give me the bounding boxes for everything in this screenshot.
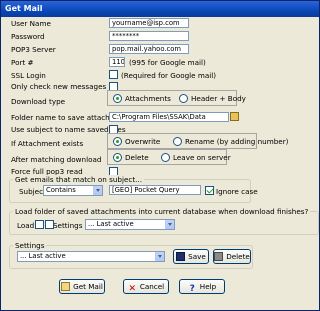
load-group-title: Load folder of saved attachments into cu…: [13, 207, 311, 216]
load-settings-value: ... Last active: [88, 220, 134, 228]
help-icon: ?: [189, 284, 195, 294]
folder-browse-icon[interactable]: [230, 112, 239, 121]
ssl-login-label: SSL Login: [11, 71, 46, 80]
help-button[interactable]: ? Help: [179, 279, 225, 294]
pop3-server-input[interactable]: pop.mail.yahoo.com: [109, 44, 189, 54]
ssl-login-hint: (Required for Google mail): [121, 71, 217, 80]
chevron-down-icon: [165, 220, 174, 229]
get-mail-dialog: Get Mail User Name yourname@isp.com Pass…: [0, 0, 320, 311]
user-name-label: User Name: [11, 19, 51, 28]
overwrite-radio[interactable]: [113, 137, 122, 146]
load-settings-label: Settings: [53, 221, 83, 230]
subject-query-input[interactable]: [GEO] Pocket Query: [109, 185, 201, 195]
load-checkbox[interactable]: [35, 220, 44, 229]
download-attachments-label: Attachments: [125, 94, 171, 103]
rename-label: Rename (by adding number): [185, 137, 289, 146]
subject-label: Subject: [19, 187, 46, 196]
load-settings-checkbox[interactable]: [45, 220, 54, 229]
save-button[interactable]: Save: [173, 249, 209, 264]
load-settings-select[interactable]: ... Last active: [85, 219, 175, 230]
ignore-case-label: Ignore case: [216, 187, 258, 196]
chevron-down-icon: [155, 252, 164, 261]
if-exists-label: If Attachment exists: [11, 139, 84, 148]
delete-after-label: Delete: [125, 153, 149, 162]
password-input[interactable]: ********: [109, 31, 189, 41]
ssl-login-checkbox[interactable]: [109, 70, 118, 79]
floppy-disk-icon: [176, 252, 186, 261]
cancel-label: Cancel: [139, 282, 165, 291]
mail-icon: [61, 282, 71, 291]
user-name-input[interactable]: yourname@isp.com: [109, 18, 189, 28]
window-title: Get Mail: [1, 1, 319, 17]
load-label: Load: [17, 221, 35, 230]
download-attachments-radio[interactable]: [113, 94, 122, 103]
get-mail-button[interactable]: Get Mail: [59, 279, 105, 294]
port-label: Port #: [11, 58, 34, 67]
get-mail-label: Get Mail: [73, 282, 103, 291]
port-hint: (995 for Google mail): [129, 58, 206, 67]
only-check-new-label: Only check new messages: [11, 82, 107, 91]
password-label: Password: [11, 32, 45, 41]
trash-icon: [214, 252, 224, 261]
rename-radio[interactable]: [173, 137, 182, 146]
download-header-body-label: Header + Body: [191, 94, 246, 103]
leave-on-server-radio[interactable]: [161, 153, 170, 162]
help-label: Help: [199, 282, 217, 291]
delete-settings-button[interactable]: Delete: [213, 249, 251, 264]
settings-group-title: Settings: [13, 241, 47, 250]
settings-value: ... Last active: [20, 252, 66, 260]
delete-settings-label: Delete: [226, 252, 250, 261]
pop3-server-label: POP3 Server: [11, 45, 56, 54]
folder-input[interactable]: C:\Program Files\SSAK\Data: [109, 112, 229, 122]
after-download-label: After matching download: [11, 155, 102, 164]
subject-match-value: Contains: [46, 186, 76, 194]
save-button-label: Save: [188, 252, 206, 261]
download-type-label: Download type: [11, 97, 66, 106]
subject-group-title: Get emails that match on subject...: [13, 175, 144, 184]
download-header-body-radio[interactable]: [179, 94, 188, 103]
cancel-button[interactable]: ✕ Cancel: [123, 279, 169, 294]
subject-match-select[interactable]: Contains: [43, 185, 103, 196]
close-icon: ✕: [128, 284, 137, 294]
settings-select[interactable]: ... Last active: [17, 251, 165, 262]
overwrite-label: Overwrite: [125, 137, 161, 146]
delete-after-radio[interactable]: [113, 153, 122, 162]
ignore-case-checkbox[interactable]: [205, 186, 214, 195]
port-input[interactable]: 110: [109, 57, 125, 67]
leave-on-server-label: Leave on server: [173, 153, 231, 162]
chevron-down-icon: [93, 186, 102, 195]
